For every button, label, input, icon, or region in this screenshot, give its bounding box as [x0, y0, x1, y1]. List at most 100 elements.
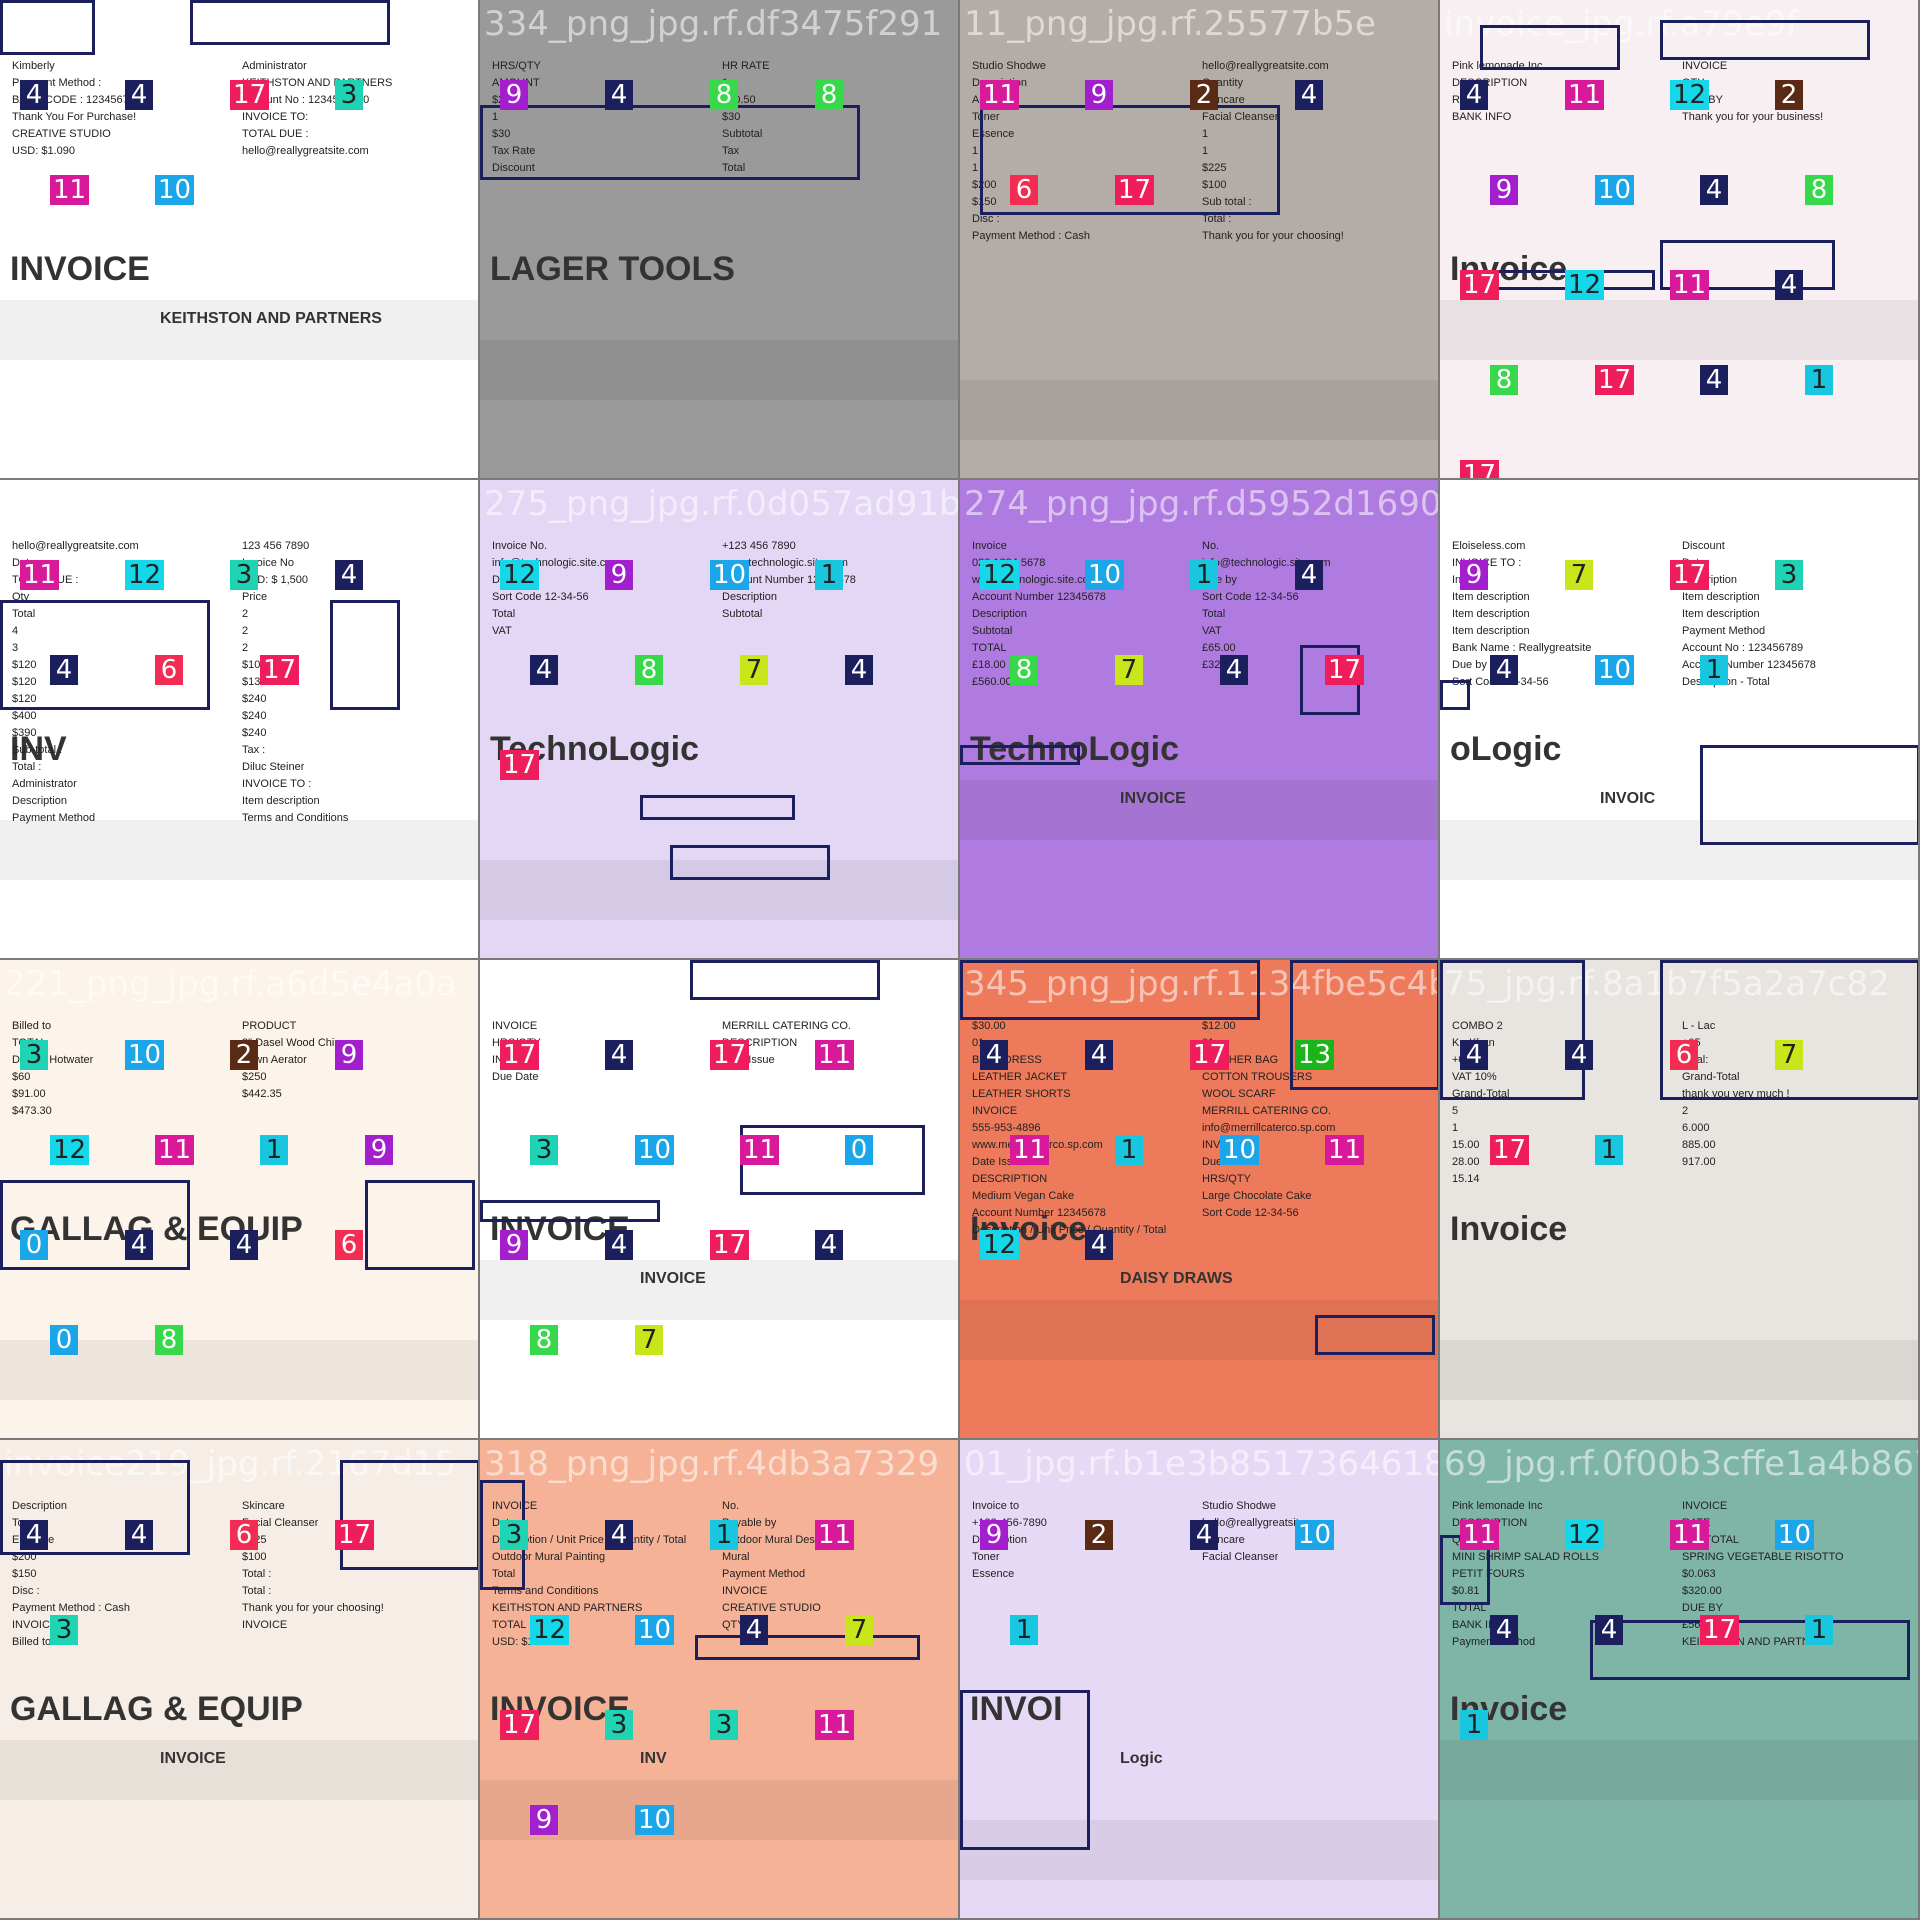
class-id-tag: 4	[845, 655, 873, 685]
document-text: MERRILL CATERING CO.	[722, 1020, 851, 1032]
document-text: INVOICE	[972, 1105, 1018, 1117]
document-text: INVOICE	[242, 1619, 288, 1631]
class-id-tag: 6	[1010, 175, 1038, 205]
decorative-band	[1440, 300, 1918, 360]
document-text: +123 456 7890	[722, 540, 796, 552]
document-text: Account No : 123456789	[1682, 642, 1804, 654]
document-text: Description	[12, 795, 68, 807]
class-id-tag: 10	[1085, 560, 1125, 590]
document-text: Total :	[242, 1585, 272, 1597]
decorative-band	[480, 1260, 958, 1320]
class-id-tag: 10	[635, 1805, 675, 1835]
class-id-tag: 4	[815, 1230, 843, 1260]
decorative-band	[960, 380, 1438, 440]
document-text: Account Number 12345678	[972, 591, 1106, 603]
class-id-tag: 4	[605, 1520, 633, 1550]
document-text: hello@reallygreatsite.com	[12, 540, 139, 552]
class-id-tag: 7	[845, 1615, 873, 1645]
mosaic-tile: 334_png_jpg.rf.df3475f291 LAGER TOOLS HRS/…	[480, 0, 960, 480]
class-id-tag: 12	[1565, 1520, 1605, 1550]
document-text: 15.00	[1452, 1139, 1480, 1151]
class-id-tag: 12	[980, 560, 1020, 590]
document-text: Due Date	[492, 1071, 539, 1083]
document-text: Administrator	[12, 778, 77, 790]
class-id-tag: 4	[740, 1615, 768, 1645]
document-text: LEATHER JACKET	[972, 1071, 1068, 1083]
class-id-tag: 11	[1670, 1520, 1710, 1550]
class-id-tag: 0	[50, 1325, 78, 1355]
class-id-tag: 17	[335, 1520, 375, 1550]
document-text: Thank you for your business!	[1682, 111, 1824, 123]
document-headline: KEITHSTON AND PARTNERS	[160, 310, 382, 327]
class-id-tag: 3	[50, 1615, 78, 1645]
mosaic-tile: invoice_jpg.rf.a79e9f Invoice Pink lemonad…	[1440, 0, 1920, 480]
table-bounding-box	[695, 1635, 920, 1660]
document-text: Invoice	[972, 540, 1007, 552]
class-id-tag: 17	[1190, 1040, 1230, 1070]
class-id-tag: 11	[20, 560, 60, 590]
class-id-tag: 9	[500, 1230, 528, 1260]
class-id-tag: 2	[230, 1040, 258, 1070]
document-text: Payment Method	[12, 812, 96, 824]
class-id-tag: 11	[155, 1135, 195, 1165]
class-id-tag: 9	[1490, 175, 1518, 205]
class-id-tag: 17	[1325, 655, 1365, 685]
document-text: No.	[722, 1500, 740, 1512]
document-text: Sub-total :	[12, 744, 63, 756]
table-bounding-box	[1700, 745, 1918, 845]
table-bounding-box	[365, 1180, 475, 1270]
document-text: Billed to	[12, 1020, 52, 1032]
class-id-tag: 11	[740, 1135, 780, 1165]
document-text: $91.00	[12, 1088, 46, 1100]
class-id-tag: 4	[605, 80, 633, 110]
class-id-tag: 12	[1565, 270, 1605, 300]
class-id-tag: 1	[1700, 655, 1728, 685]
table-bounding-box	[960, 960, 1260, 1020]
document-text: Facial Cleanser	[1202, 1551, 1279, 1563]
document-text: Thank you for your choosing!	[1202, 230, 1344, 242]
class-id-tag: 6	[1670, 1040, 1698, 1070]
document-text: Description	[972, 608, 1028, 620]
document-text: 917.00	[1682, 1156, 1716, 1168]
class-id-tag: 4	[1460, 1040, 1488, 1070]
document-text: $442.35	[242, 1088, 282, 1100]
class-id-tag: 11	[1670, 270, 1710, 300]
class-id-tag: 6	[155, 655, 183, 685]
document-text: Item description	[242, 795, 320, 807]
class-id-tag: 4	[1085, 1040, 1113, 1070]
class-id-tag: 4	[530, 655, 558, 685]
class-id-tag: 10	[635, 1615, 675, 1645]
document-text: $390	[12, 727, 37, 739]
document-text: 5	[1452, 1105, 1459, 1117]
document-headline: INVOICE	[160, 1750, 226, 1767]
document-text: Skincare	[242, 1500, 285, 1512]
table-bounding-box	[0, 0, 95, 55]
document-text: Kimberly	[12, 60, 55, 72]
table-bounding-box	[1315, 1315, 1435, 1355]
document-headline: GALLAG & EQUIP	[10, 1690, 303, 1728]
document-text: Discount	[1682, 540, 1725, 552]
document-text: LEATHER SHORTS	[972, 1088, 1071, 1100]
document-headline: INVOIC	[1600, 790, 1656, 807]
document-text: Description	[722, 591, 778, 603]
class-id-tag: 11	[1010, 1135, 1050, 1165]
class-id-tag: 10	[155, 175, 195, 205]
document-text: 28.00	[1452, 1156, 1480, 1168]
mosaic-tile: 75_jpg.rf.8a1b7f5a2a7c82 Invoice COMBO 2L …	[1440, 960, 1920, 1440]
document-text: TOTAL	[972, 642, 1007, 654]
class-id-tag: 10	[1220, 1135, 1260, 1165]
decorative-band	[960, 780, 1438, 840]
class-id-tag: 17	[500, 1040, 540, 1070]
document-text: VAT	[492, 625, 512, 637]
table-bounding-box	[1590, 1620, 1910, 1680]
class-id-tag: 7	[740, 655, 768, 685]
class-id-tag: 13	[1295, 1040, 1335, 1070]
document-headline: Invoice	[1450, 1210, 1568, 1248]
class-id-tag: 11	[815, 1040, 855, 1070]
class-id-tag: 4	[1085, 1230, 1113, 1260]
document-text: $250	[242, 1071, 267, 1083]
document-text: Disc :	[12, 1585, 40, 1597]
class-id-tag: 17	[260, 655, 300, 685]
document-text: £65.00	[1202, 642, 1236, 654]
class-id-tag: 4	[1490, 655, 1518, 685]
